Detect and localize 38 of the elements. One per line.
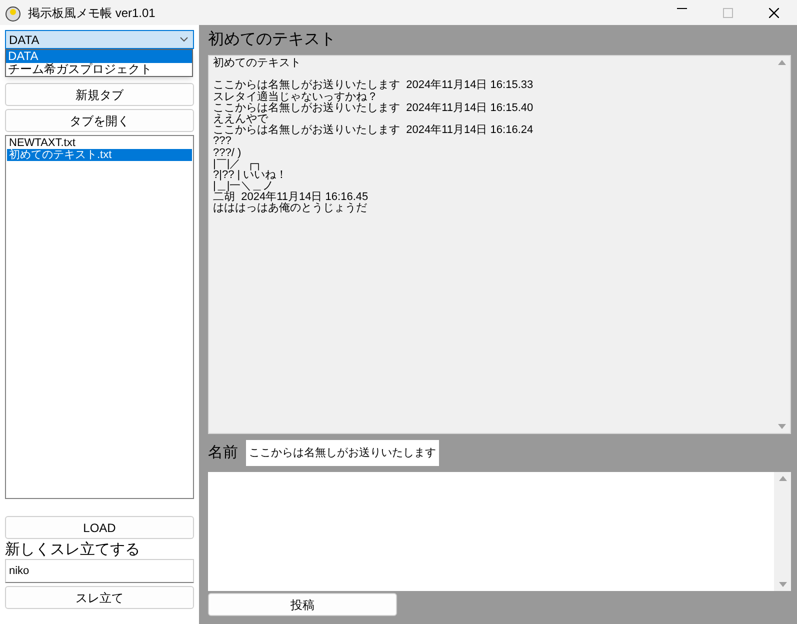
post-line: ここからは名無しがお送りいたします 2024年11月14日 16:15.33 [213,80,534,92]
thread-name-field[interactable]: niko [5,559,194,583]
post-line: ええんやで [213,114,268,125]
name-label: 名前 [208,442,238,463]
load-button[interactable]: LOAD [5,516,194,539]
new-thread-label: 新しくスレ立てする [5,540,141,559]
chevron-down-icon [180,37,188,42]
new-tab-button[interactable]: 新規タブ [5,83,194,106]
post-button[interactable]: 投稿 [208,593,397,616]
board-dropdown[interactable]: DATA [5,30,194,49]
post-line: 初めてのテキスト [213,58,302,70]
scroll-down-icon[interactable] [778,424,786,429]
window-title: 掲示板風メモ帳 ver1.01 [28,4,156,22]
post-line: はははっはあ俺のとうじょうだ [213,203,368,215]
thread-title: 初めてのテキスト [208,30,337,50]
dropdown-option[interactable]: チーム希ガスプロジェクト [6,63,192,76]
post-line: |＿|一＼＿ノ [213,181,274,192]
post-line: ?|?? | いいね！ [213,170,288,181]
post-line: スレタイ適当じゃないっすかね？ [213,92,379,103]
post-line: ???/ ) [213,148,242,159]
maximize-icon[interactable] [723,8,733,18]
scroll-up-icon[interactable] [778,476,786,481]
open-tab-button[interactable]: タブを開く [5,109,194,132]
post-line: 二胡 2024年11月14日 16:16.45 [213,192,370,204]
post-line: ここからは名無しがお送りいたします 2024年11月14日 16:16.24 [213,125,534,136]
notepad-icon [4,4,22,22]
scroll-down-icon[interactable] [778,582,786,587]
file-list-item[interactable]: 初めてのテキスト.txt [7,149,192,161]
create-thread-button[interactable]: スレ立て [5,586,194,609]
post-line: |￣|／ ┌┐ [213,158,264,170]
close-icon[interactable] [769,8,779,18]
post-line: ここからは名無しがお送りいたします 2024年11月14日 16:15.40 [213,102,534,114]
file-list-item[interactable]: NEWTAXT.txt [7,137,192,149]
scroll-up-icon[interactable] [778,60,786,65]
name-field[interactable]: ここからは名無しがお送りいたします [246,440,439,466]
message-field[interactable] [208,472,791,591]
dropdown-option[interactable]: DATA [6,50,192,63]
post-line: ??? [213,136,232,148]
